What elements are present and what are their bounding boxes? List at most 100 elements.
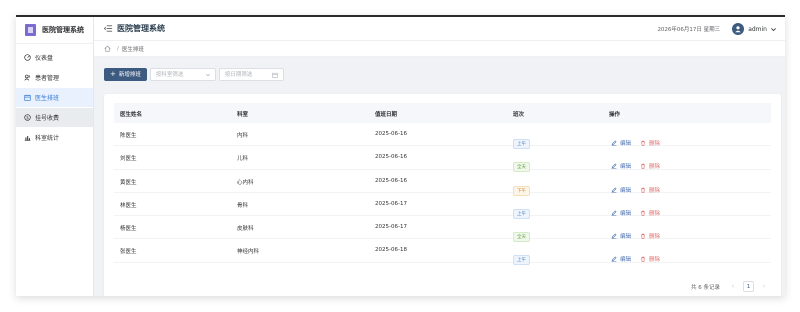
table-body: 陈医生 内科 2025-06-16 上午 编辑 删除 刘医生 儿科 2025-06-16 全天 编辑…	[114, 123, 771, 266]
app-title: 医院管理系统	[42, 26, 84, 34]
doctor-name: 陈医生	[120, 133, 137, 139]
sidebar-item-label: 仪表盘	[35, 55, 54, 62]
table-row: 杨医生 皮肤科 2025-06-17 全天 编辑 删除	[114, 216, 771, 243]
sidebar: 医院管理系统 仪表盘 患者管理 医生排班 $ 挂号收费 科室统计	[16, 17, 94, 296]
column-header-actions: 操作	[609, 112, 621, 118]
trash-icon	[641, 164, 645, 169]
column-header-shift: 班次	[513, 112, 525, 118]
add-schedule-button[interactable]: + 新增排班	[104, 67, 147, 81]
app-window: 医院管理系统 仪表盘 患者管理 医生排班 $ 挂号收费 科室统计 医院管理系统 …	[16, 15, 785, 296]
department-filter-select[interactable]: 按科室筛选	[149, 67, 216, 81]
page-number[interactable]: 1	[743, 281, 754, 292]
department: 内科	[237, 133, 249, 139]
duty-date: 2025-06-16	[375, 154, 407, 161]
brand: 医院管理系统	[16, 17, 93, 44]
sidebar-item-label: 挂号收费	[35, 115, 60, 122]
sidebar-item-doctor-schedule[interactable]: 医生排班	[16, 88, 93, 107]
doctor-name: 张医生	[120, 249, 137, 256]
edit-icon	[611, 256, 617, 263]
breadcrumb: / 医生排班	[94, 41, 785, 57]
doctor-name: 杨医生	[120, 226, 137, 233]
sidebar-item-label: 科室统计	[35, 135, 60, 142]
hospital-logo-icon	[25, 24, 36, 36]
duty-date: 2025-06-16	[375, 177, 407, 184]
chevron-down-icon[interactable]	[770, 26, 777, 33]
pagination-total: 共 6 条记录	[691, 284, 720, 291]
table-row: 刘医生 儿科 2025-06-16 全天 编辑 删除	[114, 146, 771, 173]
edit-button[interactable]: 编辑	[611, 255, 631, 263]
column-header-doctor: 医生姓名	[120, 112, 143, 118]
sidebar-item-patients[interactable]: 患者管理	[16, 68, 93, 87]
sidebar-menu: 仪表盘 患者管理 医生排班 $ 挂号收费 科室统计	[16, 44, 93, 147]
doctor-name: 刘医生	[120, 156, 137, 163]
chart-icon	[23, 134, 31, 142]
breadcrumb-current: 医生排班	[121, 46, 144, 53]
table-row: 陈医生 内科 2025-06-16 上午 编辑 删除	[114, 123, 771, 149]
department: 儿科	[237, 156, 249, 163]
calendar-icon	[23, 94, 31, 102]
sidebar-item-registration[interactable]: $ 挂号收费	[16, 108, 93, 127]
sidebar-item-dashboard[interactable]: 仪表盘	[16, 48, 93, 67]
schedule-table: 医生姓名 科室 值班日期 班次 操作 陈医生 内科 2025-06-16 上午 编辑 删除…	[114, 103, 771, 266]
sidebar-item-label: 患者管理	[35, 75, 60, 82]
dollar-icon: $	[23, 114, 31, 122]
shift-cell: 上午	[513, 246, 530, 266]
user-icon	[735, 26, 741, 33]
chevron-down-icon	[205, 73, 210, 76]
column-header-department: 科室	[237, 112, 249, 118]
date-filter-input[interactable]: 按日期筛选	[218, 67, 284, 81]
department: 神经内科	[237, 249, 260, 256]
current-datetime: 2026年06月17日 星期三	[657, 27, 721, 33]
menu-collapse-icon[interactable]	[104, 24, 113, 33]
username[interactable]: admin	[748, 26, 767, 33]
delete-label: 删除	[649, 257, 661, 264]
breadcrumb-separator: /	[117, 45, 119, 52]
trash-icon	[641, 210, 645, 216]
table-header: 医生姓名 科室 值班日期 班次 操作	[114, 103, 771, 123]
dashboard-icon	[23, 54, 31, 62]
delete-button[interactable]: 删除	[640, 255, 660, 263]
edit-icon	[611, 233, 617, 240]
department: 皮肤科	[237, 226, 254, 233]
table-row: 张医生 神经内科 2025-06-18 上午 编辑 删除	[114, 239, 771, 266]
shift-badge: 上午	[513, 255, 530, 266]
trash-icon	[641, 257, 645, 263]
users-icon	[23, 74, 31, 82]
sidebar-item-department-stats[interactable]: 科室统计	[16, 128, 93, 147]
calendar-icon	[272, 72, 278, 78]
department: 骨科	[237, 202, 249, 209]
svg-text:$: $	[26, 115, 29, 120]
table-row: 黄医生 心内科 2025-06-16 下午 编辑 删除	[114, 170, 771, 196]
home-icon[interactable]	[104, 45, 111, 52]
table-row: 林医生 骨科 2025-06-17 上午 编辑 删除	[114, 193, 771, 219]
column-header-date: 值班日期	[375, 112, 398, 118]
schedule-card: 医生姓名 科室 值班日期 班次 操作 陈医生 内科 2025-06-16 上午 编辑 删除…	[104, 94, 781, 296]
doctor-name: 林医生	[120, 202, 137, 209]
prev-page-button[interactable]: ‹	[728, 282, 738, 292]
duty-date: 2025-06-18	[375, 247, 407, 254]
trash-icon	[641, 233, 645, 239]
date-filter-placeholder: 按日期筛选	[224, 72, 253, 78]
edit-icon	[611, 187, 617, 193]
trash-icon	[641, 140, 645, 146]
edit-icon	[611, 163, 617, 170]
trash-icon	[641, 187, 645, 193]
department: 心内科	[237, 179, 254, 186]
duty-date: 2025-06-17	[375, 224, 407, 231]
pagination: 共 6 条记录 ‹ 1 ›	[691, 281, 769, 292]
add-schedule-label: 新增排班	[118, 72, 141, 78]
department-filter-placeholder: 按科室筛选	[155, 72, 184, 78]
avatar[interactable]	[732, 23, 745, 35]
next-page-button[interactable]: ›	[759, 282, 769, 292]
header-right: 2026年06月17日 星期三 admin	[657, 17, 777, 41]
row-actions: 编辑 删除	[611, 247, 669, 266]
duty-date: 2025-06-17	[375, 200, 407, 207]
sidebar-item-label: 医生排班	[35, 95, 60, 102]
doctor-name: 黄医生	[120, 179, 137, 186]
toolbar: + 新增排班 按科室筛选 按日期筛选	[104, 67, 284, 81]
header: 医院管理系统 2026年06月17日 星期三 admin	[94, 17, 785, 41]
duty-date: 2025-06-16	[375, 131, 407, 137]
edit-icon	[611, 140, 617, 146]
edit-label: 编辑	[620, 257, 632, 264]
plus-icon: +	[110, 70, 116, 78]
